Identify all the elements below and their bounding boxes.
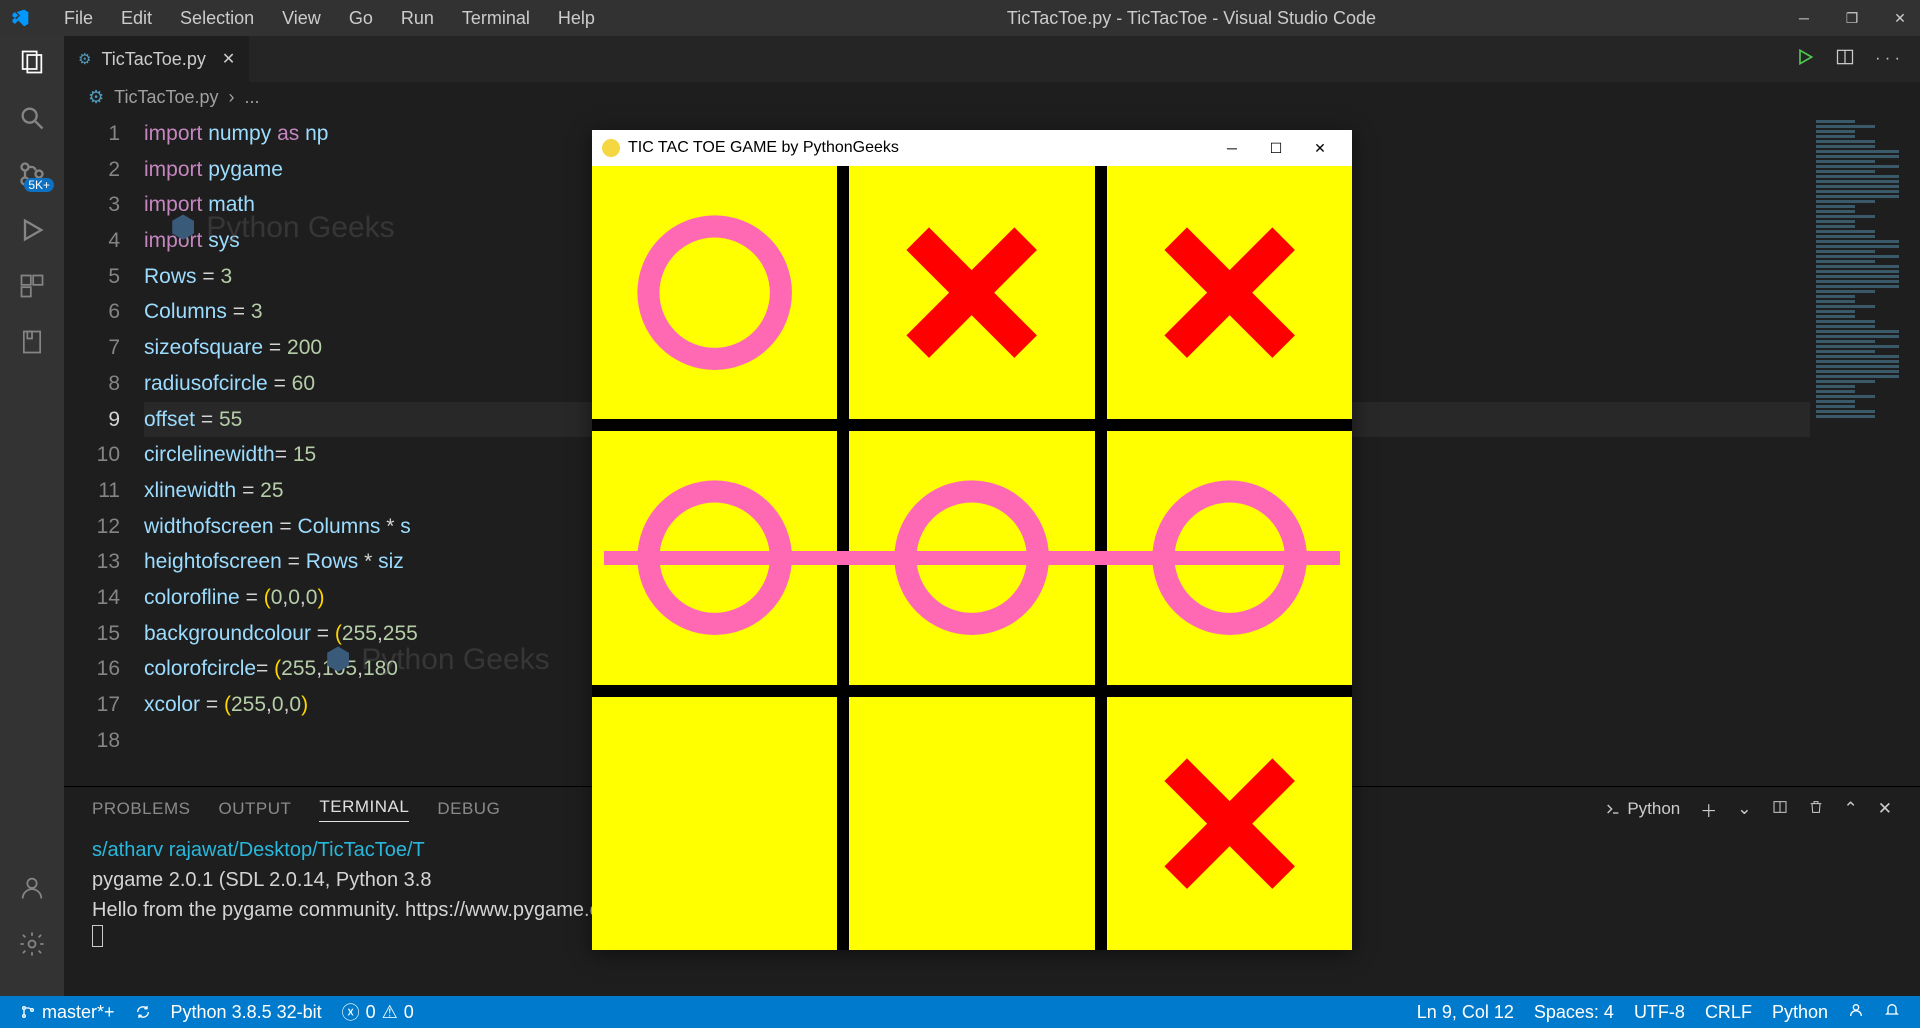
bookmark-icon[interactable] [16, 326, 48, 358]
maximize-button[interactable]: ❐ [1842, 10, 1862, 27]
python-file-icon: ⚙ [78, 50, 91, 68]
title-bar: FileEditSelectionViewGoRunTerminalHelp T… [0, 0, 1920, 36]
game-cell-0-2[interactable] [1107, 166, 1352, 419]
game-board[interactable]: Python Geeks [592, 166, 1352, 950]
indentation[interactable]: Spaces: 4 [1524, 1002, 1624, 1023]
problems-status[interactable]: ⓧ0 ⚠0 [332, 996, 424, 1028]
game-cell-0-1[interactable] [849, 166, 1094, 419]
new-terminal-icon[interactable]: ＋ [1700, 797, 1717, 822]
tab-close-icon[interactable]: ✕ [222, 49, 235, 69]
menu-edit[interactable]: Edit [107, 0, 166, 36]
menu-file[interactable]: File [50, 0, 107, 36]
editor-tab[interactable]: ⚙ TicTacToe.py ✕ [64, 36, 250, 82]
run-debug-icon[interactable] [16, 214, 48, 246]
search-icon[interactable] [16, 102, 48, 134]
win-line [604, 551, 1340, 565]
menu-help[interactable]: Help [544, 0, 609, 36]
panel-tab-problems[interactable]: PROBLEMS [92, 799, 190, 819]
maximize-panel-icon[interactable]: ⌃ [1844, 799, 1858, 819]
python-file-icon: ⚙ [88, 87, 104, 108]
pygame-title-text: TIC TAC TOE GAME by PythonGeeks [628, 139, 899, 157]
editor-tab-bar: ⚙ TicTacToe.py ✕ · · · [64, 36, 1920, 82]
status-bar: master*+ Python 3.8.5 32-bit ⓧ0 ⚠0 Ln 9,… [0, 996, 1920, 1028]
panel-tab-terminal[interactable]: TERMINAL [319, 797, 409, 822]
game-cell-2-1[interactable] [849, 697, 1094, 950]
menu-selection[interactable]: Selection [166, 0, 268, 36]
menu-terminal[interactable]: Terminal [448, 0, 544, 36]
explorer-icon[interactable] [16, 46, 48, 78]
breadcrumb[interactable]: ⚙ TicTacToe.py › ... [64, 82, 1920, 112]
game-cell-2-2[interactable] [1107, 697, 1352, 950]
activity-bar [0, 36, 64, 996]
menu-view[interactable]: View [268, 0, 335, 36]
account-icon[interactable] [16, 872, 48, 904]
split-terminal-icon[interactable] [1772, 799, 1788, 820]
language-mode[interactable]: Python [1762, 1002, 1838, 1023]
close-button[interactable]: ✕ [1890, 10, 1910, 27]
notifications-icon[interactable] [1874, 1002, 1910, 1018]
window-title: TicTacToe.py - TicTacToe - Visual Studio… [609, 8, 1774, 29]
game-cell-0-0[interactable] [592, 166, 837, 419]
minimap[interactable] [1810, 112, 1920, 786]
more-actions-icon[interactable]: · · · [1875, 50, 1900, 68]
split-editor-icon[interactable] [1835, 47, 1855, 72]
game-cell-2-0[interactable] [592, 697, 837, 950]
panel-tab-output[interactable]: OUTPUT [218, 799, 291, 819]
cursor-position[interactable]: Ln 9, Col 12 [1407, 1002, 1524, 1023]
breadcrumb-file: TicTacToe.py [114, 87, 218, 108]
pygame-close-button[interactable]: ✕ [1298, 140, 1342, 157]
breadcrumb-tail: ... [245, 87, 260, 108]
git-branch[interactable]: master*+ [10, 996, 125, 1028]
vscode-logo-icon [10, 8, 30, 28]
kill-terminal-icon[interactable] [1808, 799, 1824, 820]
terminal-dropdown-icon[interactable]: ⌄ [1737, 799, 1751, 819]
extensions-icon[interactable] [16, 270, 48, 302]
pygame-minimize-button[interactable]: ─ [1210, 140, 1254, 156]
pygame-maximize-button[interactable]: ☐ [1254, 140, 1298, 157]
settings-gear-icon[interactable] [16, 928, 48, 960]
pygame-app-icon [602, 139, 620, 157]
menu-go[interactable]: Go [335, 0, 387, 36]
source-control-icon[interactable] [16, 158, 48, 190]
pygame-title-bar: TIC TAC TOE GAME by PythonGeeks ─ ☐ ✕ [592, 130, 1352, 166]
panel-tab-debug[interactable]: DEBUG [437, 799, 500, 819]
feedback-icon[interactable] [1838, 1002, 1874, 1018]
minimize-button[interactable]: ─ [1794, 10, 1814, 27]
close-panel-icon[interactable]: ✕ [1878, 799, 1892, 819]
run-file-icon[interactable] [1795, 47, 1815, 72]
tab-filename: TicTacToe.py [101, 49, 205, 70]
terminal-shell-label[interactable]: Python [1605, 799, 1680, 819]
eol[interactable]: CRLF [1695, 1002, 1762, 1023]
encoding[interactable]: UTF-8 [1624, 1002, 1695, 1023]
pygame-window: TIC TAC TOE GAME by PythonGeeks ─ ☐ ✕ Py… [592, 130, 1352, 950]
sync-icon[interactable] [125, 996, 161, 1028]
interpreter[interactable]: Python 3.8.5 32-bit [161, 996, 332, 1028]
menu-run[interactable]: Run [387, 0, 448, 36]
